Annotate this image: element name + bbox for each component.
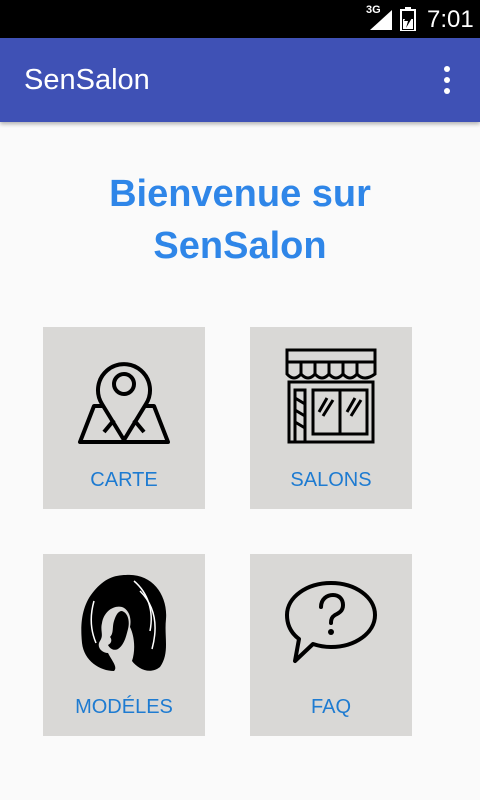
question-bubble-icon (285, 581, 377, 663)
signal-icon (370, 10, 392, 30)
faq-button[interactable]: FAQ (250, 554, 412, 736)
welcome-line-1: Bienvenue sur (109, 173, 371, 215)
faq-label: FAQ (310, 696, 351, 718)
map-pin-icon (78, 362, 170, 444)
status-bar: 3G 7:01 (0, 0, 480, 38)
app-bar: SenSalon (0, 38, 480, 122)
clock: 7:01 (427, 6, 474, 33)
more-vert-icon[interactable] (430, 62, 464, 98)
modeles-label: MODÉLES (75, 696, 173, 718)
modeles-button[interactable]: MODÉLES (43, 554, 205, 736)
storefront-icon (285, 348, 377, 444)
welcome-line-2: SenSalon (153, 225, 327, 267)
app-title: SenSalon (24, 64, 150, 96)
carte-label: CARTE (90, 469, 158, 491)
salons-label: SALONS (290, 469, 372, 491)
woman-hair-icon (81, 574, 167, 671)
battery-icon (400, 7, 416, 31)
carte-button[interactable]: CARTE (43, 327, 205, 509)
welcome-heading: Bienvenue sur SenSalon (0, 168, 480, 272)
salons-button[interactable]: SALONS (250, 327, 412, 509)
